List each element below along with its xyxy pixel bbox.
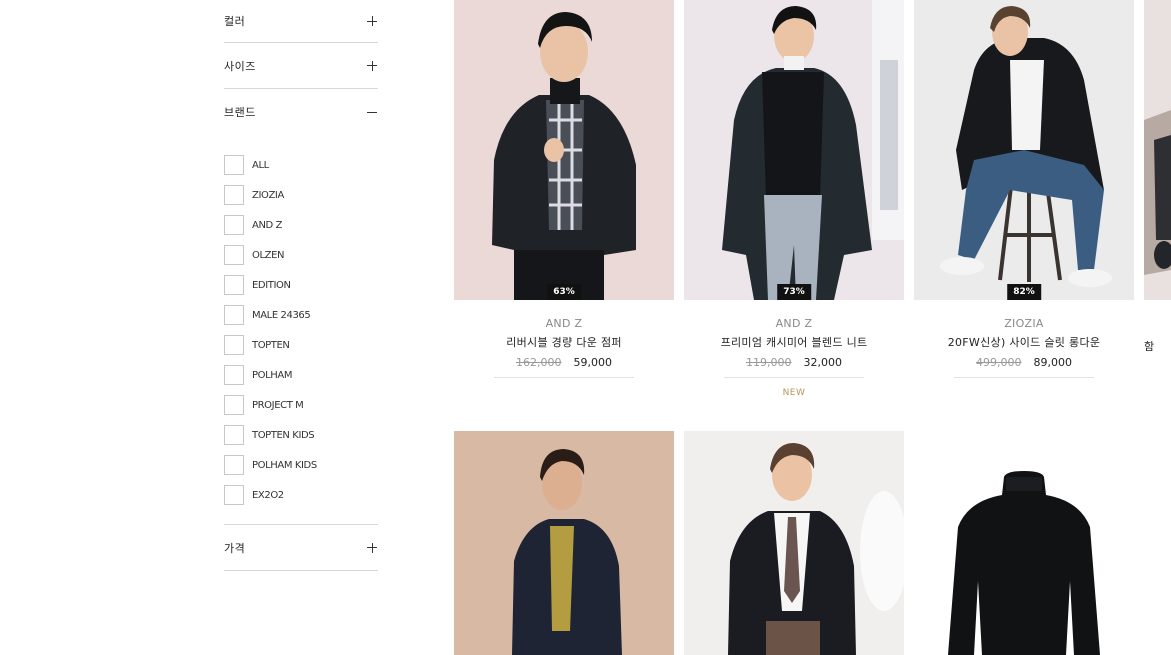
brand-option-label: POLHAM [252, 369, 293, 381]
product-card[interactable]: 63% AND Z 리버시블 경량 다운 점퍼 162,000 59,000 [454, 0, 674, 378]
brand-checkbox[interactable] [224, 485, 244, 505]
product-info: AND Z 리버시블 경량 다운 점퍼 162,000 59,000 [454, 317, 674, 378]
brand-option-label: EDITION [252, 279, 291, 291]
brand-option-all[interactable]: ALL [224, 150, 378, 180]
brand-option-label: ALL [252, 159, 269, 171]
filter-size-title: 사이즈 [224, 59, 256, 73]
filter-brand-title: 브랜드 [224, 106, 256, 119]
product-name[interactable]: 20FW신상) 사이드 슬릿 롱다운 [914, 334, 1134, 350]
filter-price-toggle[interactable]: 가격 [224, 525, 378, 571]
product-image[interactable]: 82% [914, 0, 1134, 300]
brand-checkbox[interactable] [224, 305, 244, 325]
brand-option-male-24365[interactable]: MALE 24365 [224, 300, 378, 330]
brand-option-label: ZIOZIA [252, 189, 284, 201]
filter-sidebar: 컬러 사이즈 브랜드 ALL ZIOZIA AND Z OLZEN EDITIO… [224, 0, 378, 571]
brand-option-topten[interactable]: TOPTEN [224, 330, 378, 360]
product-image[interactable] [1144, 0, 1171, 300]
sale-price: 59,000 [573, 356, 613, 369]
brand-checkbox[interactable] [224, 185, 244, 205]
collapse-minus-icon [367, 107, 377, 117]
sale-price: 89,000 [1033, 356, 1073, 369]
product-card[interactable]: 함 [1144, 0, 1171, 354]
brand-checkbox[interactable] [224, 455, 244, 475]
product-info: ZIOZIA 20FW신상) 사이드 슬릿 롱다운 499,000 89,000 [914, 317, 1134, 378]
brand-option-label: TOPTEN [252, 339, 290, 351]
sale-price: 32,000 [803, 356, 843, 369]
product-card[interactable] [454, 431, 674, 655]
discount-badge: 82% [1007, 284, 1041, 300]
brand-checkbox[interactable] [224, 155, 244, 175]
product-image[interactable] [684, 431, 904, 655]
expand-plus-icon [367, 60, 377, 71]
brand-checkbox[interactable] [224, 335, 244, 355]
brand-option-label: TOPTEN KIDS [252, 429, 315, 441]
product-image[interactable] [454, 431, 674, 655]
brand-checkbox[interactable] [224, 215, 244, 235]
product-image[interactable]: 63% [454, 0, 674, 300]
brand-option-project-m[interactable]: PROJECT M [224, 390, 378, 420]
brand-checkbox[interactable] [224, 395, 244, 415]
product-brand: AND Z [775, 317, 813, 330]
brand-option-ex2o2[interactable]: EX2O2 [224, 480, 378, 510]
expand-plus-icon [367, 16, 377, 26]
product-brand: ZIOZIA [1004, 317, 1044, 330]
product-price: 119,000 32,000 [724, 356, 864, 378]
brand-option-label: AND Z [252, 219, 283, 231]
brand-option-polham-kids[interactable]: POLHAM KIDS [224, 450, 378, 480]
product-info: AND Z 프리미엄 캐시미어 블렌드 니트 119,000 32,000 NEW [684, 317, 904, 398]
brand-option-label: OLZEN [252, 249, 285, 261]
discount-badge: 63% [547, 284, 581, 300]
product-image[interactable] [914, 431, 1134, 655]
product-listing-page: 컬러 사이즈 브랜드 ALL ZIOZIA AND Z OLZEN EDITIO… [0, 0, 1171, 655]
filter-color-toggle[interactable]: 컬러 [224, 0, 378, 43]
brand-option-label: PROJECT M [252, 399, 304, 411]
original-price: 119,000 [746, 356, 792, 369]
brand-checkbox[interactable] [224, 245, 244, 265]
brand-option-label: MALE 24365 [252, 309, 311, 321]
original-price: 162,000 [516, 356, 562, 369]
brand-option-olzen[interactable]: OLZEN [224, 240, 378, 270]
brand-option-topten-kids[interactable]: TOPTEN KIDS [224, 420, 378, 450]
brand-option-polham[interactable]: POLHAM [224, 360, 378, 390]
filter-size-toggle[interactable]: 사이즈 [224, 43, 378, 89]
original-price: 499,000 [976, 356, 1022, 369]
product-name[interactable]: 프리미엄 캐시미어 블렌드 니트 [684, 334, 904, 350]
product-name-fragment: 함 [1144, 340, 1155, 353]
new-tag: NEW [782, 388, 806, 398]
brand-option-label: EX2O2 [252, 489, 284, 501]
product-image[interactable]: 73% [684, 0, 904, 300]
product-card[interactable] [914, 431, 1134, 655]
expand-plus-icon [367, 542, 377, 553]
brand-option-list: ALL ZIOZIA AND Z OLZEN EDITION MALE 2436… [224, 135, 378, 525]
product-brand: AND Z [545, 317, 583, 330]
brand-option-and-z[interactable]: AND Z [224, 210, 378, 240]
brand-option-edition[interactable]: EDITION [224, 270, 378, 300]
brand-option-ziozia[interactable]: ZIOZIA [224, 180, 378, 210]
brand-checkbox[interactable] [224, 365, 244, 385]
product-card[interactable] [684, 431, 904, 655]
product-card[interactable]: 73% AND Z 프리미엄 캐시미어 블렌드 니트 119,000 32,000… [684, 0, 904, 398]
brand-option-label: POLHAM KIDS [252, 459, 317, 471]
product-card[interactable]: 82% ZIOZIA 20FW신상) 사이드 슬릿 롱다운 499,000 89,… [914, 0, 1134, 378]
filter-price-title: 가격 [224, 541, 246, 555]
brand-checkbox[interactable] [224, 275, 244, 295]
brand-checkbox[interactable] [224, 425, 244, 445]
product-price: 499,000 89,000 [954, 356, 1094, 378]
filter-color-title: 컬러 [224, 15, 246, 28]
product-price: 162,000 59,000 [494, 356, 634, 378]
product-info: 함 [1144, 338, 1171, 354]
product-name[interactable]: 리버시블 경량 다운 점퍼 [454, 334, 674, 350]
discount-badge: 73% [777, 284, 811, 300]
filter-brand-toggle[interactable]: 브랜드 [224, 89, 378, 135]
